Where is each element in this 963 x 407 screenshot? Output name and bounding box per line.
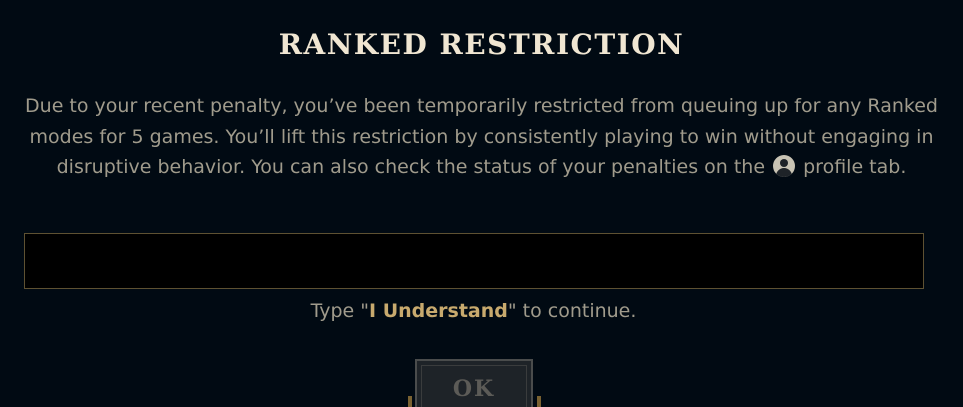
hint-suffix: " to continue. — [507, 300, 637, 322]
ok-button-frame: OK — [415, 359, 533, 407]
hint-phrase: I Understand — [369, 300, 508, 322]
dialog-title: RANKED RESTRICTION — [278, 28, 685, 61]
confirmation-input[interactable] — [24, 233, 924, 289]
profile-avatar-icon — [773, 155, 796, 177]
button-left-ornament — [408, 396, 412, 407]
button-right-ornament — [537, 396, 541, 407]
dialog-message: Due to your recent penalty, you’ve been … — [24, 91, 939, 183]
message-text: Due to your recent penalty, you’ve been … — [25, 95, 938, 178]
message-text-end: profile tab. — [803, 156, 907, 178]
ranked-restriction-dialog: RANKED RESTRICTION Due to your recent pe… — [0, 0, 963, 407]
ok-button[interactable]: OK — [421, 365, 527, 407]
avatar-shoulders-shape — [776, 168, 793, 177]
avatar-head-shape — [780, 159, 789, 167]
hint-prefix: Type " — [310, 300, 370, 322]
confirmation-hint: Type "I Understand" to continue. — [0, 300, 947, 322]
